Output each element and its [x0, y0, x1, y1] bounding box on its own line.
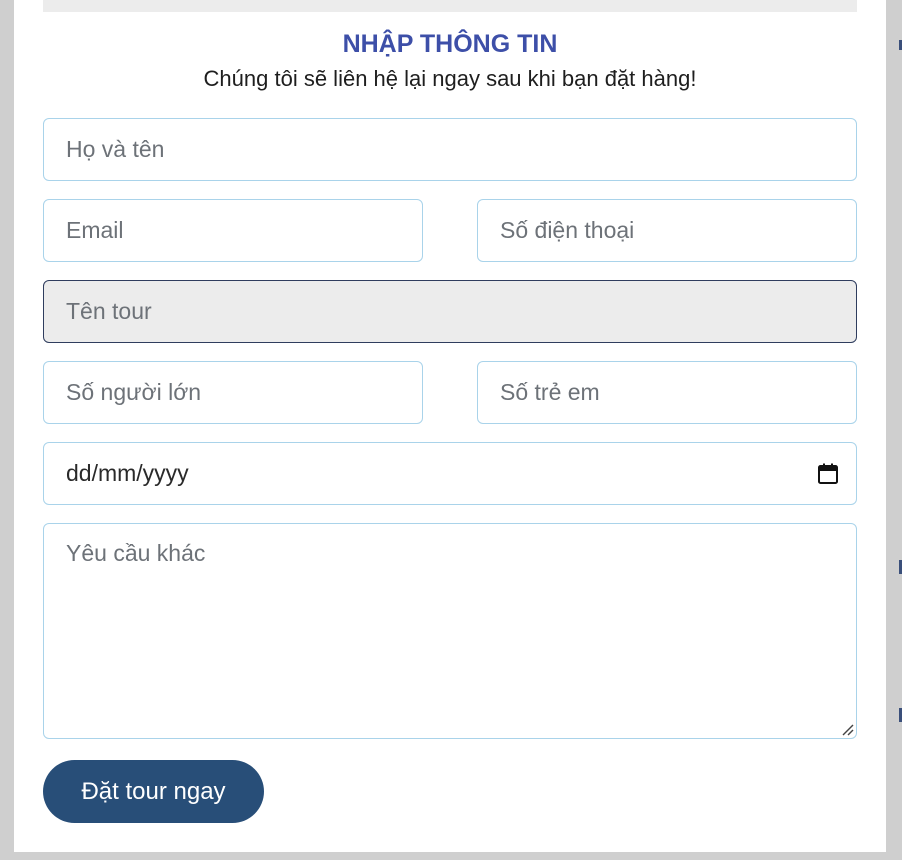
adults-input[interactable]: Số người lớn: [43, 361, 423, 424]
children-input[interactable]: Số trẻ em: [477, 361, 857, 424]
phone-placeholder: Số điện thoại: [500, 217, 635, 243]
children-placeholder: Số trẻ em: [500, 379, 600, 405]
email-input[interactable]: Email: [43, 199, 423, 262]
date-placeholder: dd/mm/yyyy: [66, 460, 189, 486]
booking-modal: NHẬP THÔNG TIN Chúng tôi sẽ liên hệ lại …: [14, 0, 886, 852]
modal-top-strip: [43, 0, 857, 12]
full-name-placeholder: Họ và tên: [66, 136, 165, 162]
phone-input[interactable]: Số điện thoại: [477, 199, 857, 262]
email-placeholder: Email: [66, 217, 124, 243]
notes-textarea[interactable]: Yêu cầu khác: [43, 523, 857, 739]
full-name-input[interactable]: Họ và tên: [43, 118, 857, 181]
form-title: NHẬP THÔNG TIN: [342, 30, 558, 58]
tour-name-input[interactable]: Tên tour: [43, 280, 857, 343]
tour-name-placeholder: Tên tour: [66, 298, 152, 324]
form-subtitle: Chúng tôi sẽ liên hệ lại ngay sau khi bạ…: [203, 66, 697, 91]
notes-placeholder: Yêu cầu khác: [66, 540, 206, 566]
resize-handle-icon[interactable]: [840, 722, 854, 736]
calendar-icon[interactable]: [818, 463, 838, 485]
adults-placeholder: Số người lớn: [66, 379, 202, 405]
book-tour-button[interactable]: Đặt tour ngay: [43, 760, 264, 823]
date-input[interactable]: dd/mm/yyyy: [43, 442, 857, 505]
background-page-edge: [886, 0, 902, 860]
